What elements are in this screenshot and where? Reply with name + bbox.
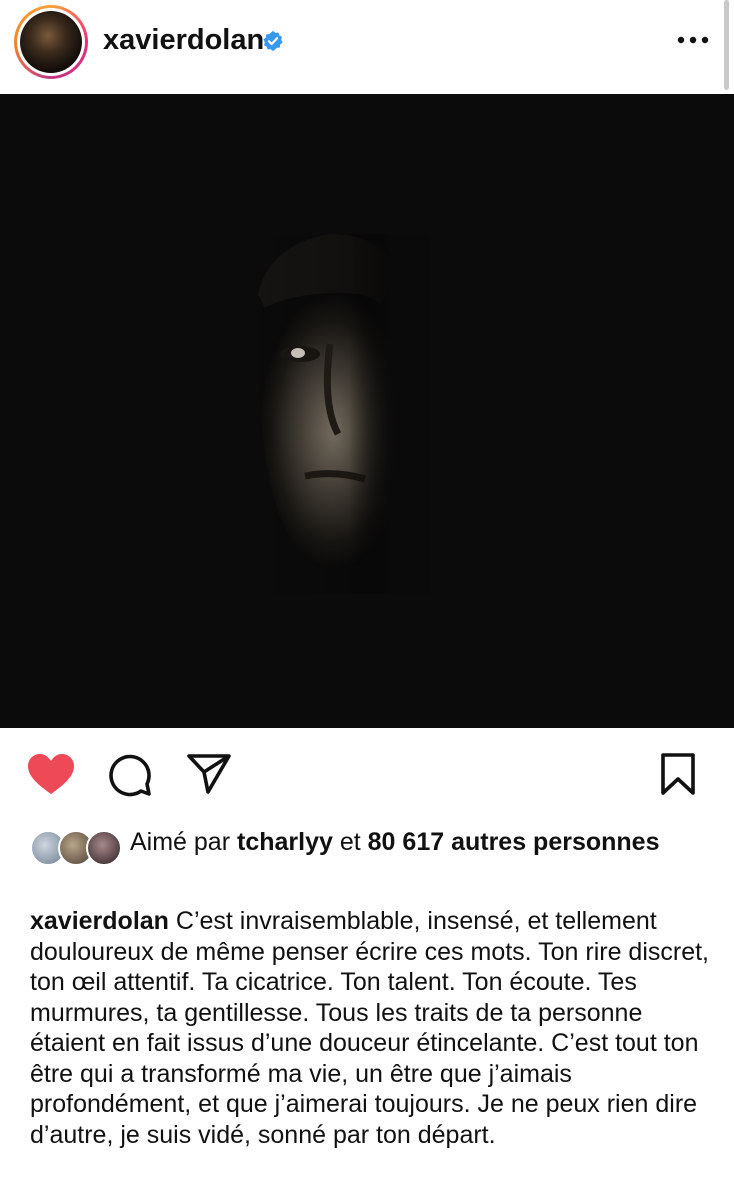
- likes-text: Aimé par tcharlyy et 80 617 autres perso…: [130, 826, 720, 858]
- heart-icon[interactable]: [27, 753, 75, 795]
- likes-connector: et: [339, 828, 361, 856]
- liker-username[interactable]: tcharlyy: [237, 828, 333, 856]
- likes-prefix: Aimé par: [130, 828, 231, 856]
- more-options-icon[interactable]: [676, 30, 710, 50]
- post-caption: xavierdolan C’est invraisemblable, insen…: [30, 906, 720, 1150]
- avatar-border: [17, 8, 85, 76]
- scrollbar[interactable]: [724, 0, 729, 90]
- post-actions: [0, 735, 734, 815]
- post-photo[interactable]: [0, 94, 734, 728]
- liker-avatars: [30, 830, 122, 866]
- send-icon[interactable]: [186, 753, 232, 795]
- post-username[interactable]: xavierdolan: [103, 24, 264, 57]
- comment-icon[interactable]: [108, 753, 152, 797]
- liker-avatar: [86, 830, 122, 866]
- caption-text: C’est invraisemblable, insensé, et telle…: [30, 907, 710, 1149]
- portrait-image: [0, 94, 734, 728]
- avatar: [20, 11, 82, 73]
- likes-count[interactable]: 80 617 autres personnes: [368, 828, 660, 856]
- caption-author[interactable]: xavierdolan: [30, 907, 169, 935]
- profile-avatar-story-ring[interactable]: [14, 5, 88, 79]
- verified-badge-icon: [263, 30, 283, 52]
- post-header: xavierdolan: [0, 0, 734, 94]
- bookmark-icon[interactable]: [660, 752, 696, 796]
